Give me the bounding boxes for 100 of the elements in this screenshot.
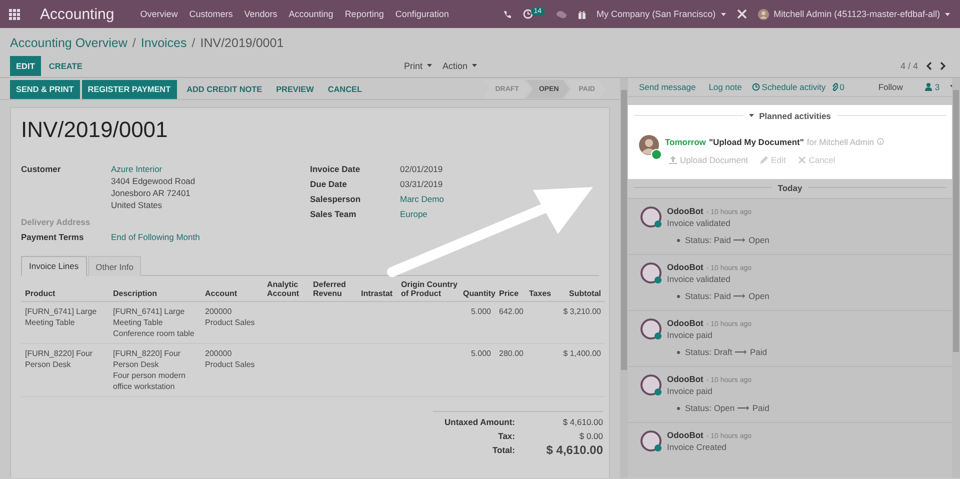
field-link[interactable]: Azure Interior [111, 162, 162, 174]
message-author[interactable]: OdooBot [667, 318, 704, 328]
caret-icon [720, 12, 726, 16]
breadcrumb-separator: / [192, 36, 196, 50]
column-header: Subtotal [553, 278, 605, 302]
total-value: $ 4,610.00 [562, 416, 603, 429]
header-link-button[interactable]: ADD CREDIT NOTE [180, 80, 268, 98]
tracking-value: Status: Draft ⟶ Paid [685, 347, 767, 357]
table-cell: 5.000 [470, 349, 491, 358]
menu-item[interactable]: Reporting [344, 9, 384, 19]
field-label: Invoice Date [310, 162, 362, 174]
header-link-button[interactable]: CANCEL [322, 80, 368, 98]
total-value: $ 4,610.00 [545, 443, 603, 457]
table-cell: 642.00 [499, 307, 524, 316]
field-link[interactable]: Europe [400, 208, 428, 220]
menu-item[interactable]: Vendors [244, 9, 278, 19]
message-author[interactable]: OdooBot [667, 262, 704, 272]
dropdown-button[interactable]: Action [442, 60, 477, 70]
field-label: Due Date [310, 178, 348, 190]
apps-icon[interactable] [9, 8, 20, 20]
message-author[interactable]: OdooBot [667, 206, 704, 216]
dropdown-button[interactable]: Print [404, 60, 432, 70]
avatar-icon [640, 318, 662, 340]
table-cell: 200000 Product Sales [205, 349, 255, 369]
bullet-icon [677, 294, 680, 298]
invoice-number: INV/2019/0001 [21, 116, 168, 143]
chatter-action[interactable]: Send message [639, 82, 696, 92]
column-header: Origin Country of Product [397, 278, 459, 302]
avatar-icon [640, 262, 662, 284]
edit-button[interactable]: EDIT [10, 56, 41, 76]
avatar-icon [639, 134, 659, 155]
avatar-icon [758, 8, 769, 20]
scrollbar[interactable] [952, 78, 960, 478]
close-icon [798, 156, 806, 164]
avatar-icon [640, 430, 662, 452]
table-cell: [FURN_8220] Four Person Desk Four person modern office workstation [113, 349, 186, 391]
column-header: Price [495, 278, 525, 302]
follow-button[interactable]: Follow [878, 82, 903, 92]
clock-icon[interactable] [522, 9, 533, 19]
bullet-icon [677, 350, 680, 354]
message-body: Invoice paid [667, 330, 712, 340]
avatar-icon [640, 206, 662, 228]
clock-icon [752, 82, 760, 91]
column-header: Quantity [459, 278, 495, 302]
pencil-icon [760, 156, 768, 164]
table-cell: [FURN_8220] Four Person Desk [25, 349, 93, 369]
chatter-action[interactable]: Schedule activity [752, 82, 826, 92]
field-label: Customer [21, 162, 62, 174]
user-menu[interactable]: Mitchell Admin (451123-master-efdbaf-all) [758, 8, 950, 20]
message-author[interactable]: OdooBot [667, 430, 704, 440]
field-link[interactable]: End of Following Month [111, 230, 200, 242]
field-link[interactable]: Marc Demo [400, 192, 444, 204]
table-cell: $ 1,400.00 [563, 349, 601, 358]
table-cell: 5.000 [470, 307, 491, 316]
activity-summary: "Upload My Document" [708, 136, 804, 147]
message-author[interactable]: OdooBot [667, 374, 704, 384]
message-body: Invoice Created [667, 442, 727, 452]
app-title: Accounting [40, 6, 114, 22]
menu-item[interactable]: Configuration [395, 9, 449, 19]
scrollbar[interactable] [620, 78, 628, 478]
breadcrumb-link[interactable]: Invoices [140, 36, 187, 50]
column-header: Deferred Revenu [309, 278, 357, 302]
field-value: 03/31/2019 [400, 178, 443, 190]
menu-item[interactable]: Customers [189, 9, 233, 19]
caret-icon [426, 64, 432, 67]
field-value: 02/01/2019 [400, 162, 443, 174]
menu-item[interactable]: Accounting [288, 9, 334, 19]
header-button[interactable]: REGISTER PAYMENT [82, 80, 177, 98]
total-label: Total: [491, 444, 515, 457]
breadcrumb-separator: / [132, 36, 136, 50]
address-line: 3404 Edgewood Road [111, 174, 196, 186]
tab[interactable]: Other Info [88, 256, 142, 276]
column-header: Intrastat [357, 278, 397, 302]
company-switcher[interactable]: My Company (San Francisco) [596, 9, 726, 19]
planned-activities-toggle[interactable]: Planned activities [749, 110, 831, 121]
field-label: Delivery Address [21, 216, 92, 228]
person-icon [924, 82, 932, 91]
tracking-value: Status: Paid ⟶ Open [685, 291, 770, 301]
tracking-value: Status: Open ⟶ Paid [685, 403, 770, 413]
chevron-right-icon[interactable] [940, 62, 946, 70]
message-body: Invoice validated [667, 218, 730, 228]
table-cell: $ 3,210.00 [563, 307, 601, 316]
tab[interactable]: Invoice Lines [21, 256, 87, 276]
field-label: Sales Team [310, 208, 358, 220]
header-button[interactable]: SEND & PRINT [10, 80, 80, 98]
gift-icon[interactable] [578, 10, 586, 18]
paperclip-icon [832, 82, 838, 91]
chatter-action[interactable]: Log note [708, 82, 742, 92]
breadcrumb-link[interactable]: Accounting Overview [10, 36, 128, 50]
chevron-left-icon[interactable] [926, 62, 932, 70]
attachments-button[interactable]: 0 [832, 82, 844, 92]
tools-icon[interactable] [736, 9, 747, 19]
header-link-button[interactable]: PREVIEW [270, 80, 320, 98]
date-separator: Today [778, 182, 802, 193]
breadcrumb-current: INV/2019/0001 [200, 36, 284, 50]
menu-item[interactable]: Overview [140, 9, 178, 19]
caret-icon [945, 12, 950, 16]
phone-icon[interactable] [502, 10, 512, 18]
caret-icon [472, 64, 477, 67]
create-button[interactable]: CREATE [42, 56, 88, 76]
